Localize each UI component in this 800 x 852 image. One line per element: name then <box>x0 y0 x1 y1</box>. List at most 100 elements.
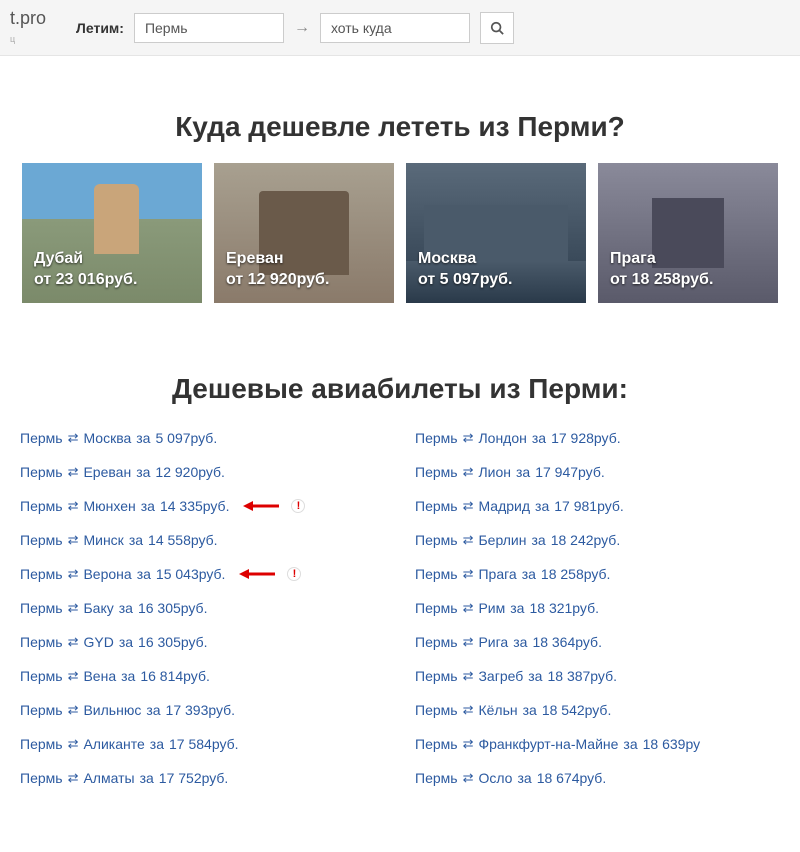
destination-card[interactable]: Дубайот 23 016руб. <box>22 163 202 303</box>
route-link[interactable]: Пермь⇄Верона за 15 043руб. <box>20 566 225 582</box>
route-price: 12 920руб. <box>155 464 225 480</box>
destination-cards: Дубайот 23 016руб.Ереванот 12 920руб.Мос… <box>20 163 780 303</box>
from-input[interactable] <box>134 13 284 43</box>
route-from: Пермь <box>415 532 458 548</box>
route-item: Пермь⇄Баку за 16 305руб. <box>20 600 385 616</box>
route-za: за <box>141 498 155 514</box>
card-city: Прага <box>610 249 766 270</box>
route-link[interactable]: Пермь⇄Минск за 14 558руб. <box>20 532 218 548</box>
route-link[interactable]: Пермь⇄Загреб за 18 387руб. <box>415 668 617 684</box>
route-link[interactable]: Пермь⇄Рим за 18 321руб. <box>415 600 599 616</box>
search-button[interactable] <box>480 12 514 44</box>
route-to: Аликанте <box>83 736 144 752</box>
route-price: 14 558руб. <box>148 532 218 548</box>
highlight-bang-icon: ! <box>287 567 301 581</box>
routes-col-left: Пермь⇄Москва за 5 097руб.Пермь⇄Ереван за… <box>20 430 385 804</box>
route-to: Вена <box>83 668 116 684</box>
route-link[interactable]: Пермь⇄Прага за 18 258руб. <box>415 566 610 582</box>
route-link[interactable]: Пермь⇄Аликанте за 17 584руб. <box>20 736 239 752</box>
route-from: Пермь <box>20 702 63 718</box>
card-price: от 23 016руб. <box>34 270 190 291</box>
route-from: Пермь <box>20 498 63 514</box>
route-from: Пермь <box>415 770 458 786</box>
route-price: 15 043руб. <box>156 566 226 582</box>
route-link[interactable]: Пермь⇄Вильнюс за 17 393руб. <box>20 702 235 718</box>
route-za: за <box>119 634 133 650</box>
route-za: за <box>137 566 151 582</box>
routes-col-right: Пермь⇄Лондон за 17 928руб. Пермь⇄Лион за … <box>415 430 780 804</box>
swap-icon: ⇄ <box>463 770 474 786</box>
route-price: 17 752руб. <box>159 770 229 786</box>
logo: t.pro ц <box>10 8 46 47</box>
route-link[interactable]: Пермь⇄Берлин за 18 242руб. <box>415 532 620 548</box>
swap-icon: ⇄ <box>463 532 474 548</box>
route-za: за <box>623 736 637 752</box>
card-city: Москва <box>418 249 574 270</box>
route-za: за <box>146 702 160 718</box>
destination-card[interactable]: Прагаот 18 258руб. <box>598 163 778 303</box>
route-link[interactable]: Пермь⇄GYD за 16 305руб. <box>20 634 208 650</box>
route-price: 17 981руб. <box>554 498 624 514</box>
card-city: Ереван <box>226 249 382 270</box>
route-price: 16 814руб. <box>140 668 210 684</box>
swap-icon: ⇄ <box>463 464 474 480</box>
route-price: 18 639ру <box>643 736 700 752</box>
route-price: 16 305руб. <box>138 600 208 616</box>
destination-card[interactable]: Ереванот 12 920руб. <box>214 163 394 303</box>
swap-icon: ⇄ <box>463 498 474 514</box>
route-price: 17 393руб. <box>166 702 236 718</box>
route-link[interactable]: Пермь⇄Кёльн за 18 542руб. <box>415 702 611 718</box>
to-input[interactable] <box>320 13 470 43</box>
route-from: Пермь <box>415 634 458 650</box>
route-from: Пермь <box>415 600 458 616</box>
route-za: за <box>119 600 133 616</box>
route-link[interactable]: Пермь⇄Лион за 17 947руб. <box>415 464 605 480</box>
route-item: Пермь⇄Загреб за 18 387руб. <box>415 668 780 684</box>
route-from: Пермь <box>20 430 63 446</box>
route-from: Пермь <box>20 600 63 616</box>
route-link[interactable]: Пермь⇄Алматы за 17 752руб. <box>20 770 228 786</box>
route-from: Пермь <box>20 464 63 480</box>
route-to: Осло <box>478 770 512 786</box>
swap-icon: ⇄ <box>68 634 79 650</box>
swap-icon: ⇄ <box>463 736 474 752</box>
route-to: Баку <box>83 600 113 616</box>
route-item: Пермь⇄Москва за 5 097руб. <box>20 430 385 446</box>
route-item: Пермь⇄Прага за 18 258руб. <box>415 566 780 582</box>
highlight-arrow-icon <box>237 567 277 581</box>
route-link[interactable]: Пермь⇄Вена за 16 814руб. <box>20 668 210 684</box>
route-link[interactable]: Пермь⇄Мадрид за 17 981руб. <box>415 498 624 514</box>
route-za: за <box>510 600 524 616</box>
route-item: Пермь⇄Вильнюс за 17 393руб. <box>20 702 385 718</box>
route-link[interactable]: Пермь⇄Лондон за 17 928руб. <box>415 430 621 446</box>
route-link[interactable]: Пермь⇄Баку за 16 305руб. <box>20 600 207 616</box>
swap-icon: ⇄ <box>68 532 79 548</box>
section-cheap-routes-title: Дешевые авиабилеты из Перми: <box>20 373 780 405</box>
route-price: 16 305руб. <box>138 634 208 650</box>
swap-icon: ⇄ <box>463 668 474 684</box>
swap-icon: ⇄ <box>68 736 79 752</box>
logo-subtext: ц <box>10 34 15 44</box>
swap-icon: ⇄ <box>68 430 79 446</box>
route-link[interactable]: Пермь⇄Франкфурт-на-Майне за 18 639ру <box>415 736 700 752</box>
swap-icon: ⇄ <box>463 566 474 582</box>
route-link[interactable]: Пермь⇄Мюнхен за 14 335руб. <box>20 498 229 514</box>
route-to: Прага <box>478 566 516 582</box>
route-price: 5 097руб. <box>155 430 217 446</box>
swap-icon: ⇄ <box>68 770 79 786</box>
route-link[interactable]: Пермь⇄Рига за 18 364руб. <box>415 634 602 650</box>
route-za: за <box>532 430 546 446</box>
search-icon <box>490 21 504 35</box>
route-za: за <box>528 668 542 684</box>
route-link[interactable]: Пермь⇄Ереван за 12 920руб. <box>20 464 225 480</box>
route-price: 17 947руб. <box>535 464 605 480</box>
route-link[interactable]: Пермь⇄Осло за 18 674руб. <box>415 770 606 786</box>
destination-card[interactable]: Москваот 5 097руб. <box>406 163 586 303</box>
route-za: за <box>121 668 135 684</box>
route-item: Пермь⇄Франкфурт-на-Майне за 18 639ру <box>415 736 780 752</box>
route-link[interactable]: Пермь⇄Москва за 5 097руб. <box>20 430 217 446</box>
route-from: Пермь <box>415 702 458 718</box>
route-from: Пермь <box>415 430 458 446</box>
route-to: Алматы <box>83 770 134 786</box>
card-city: Дубай <box>34 249 190 270</box>
